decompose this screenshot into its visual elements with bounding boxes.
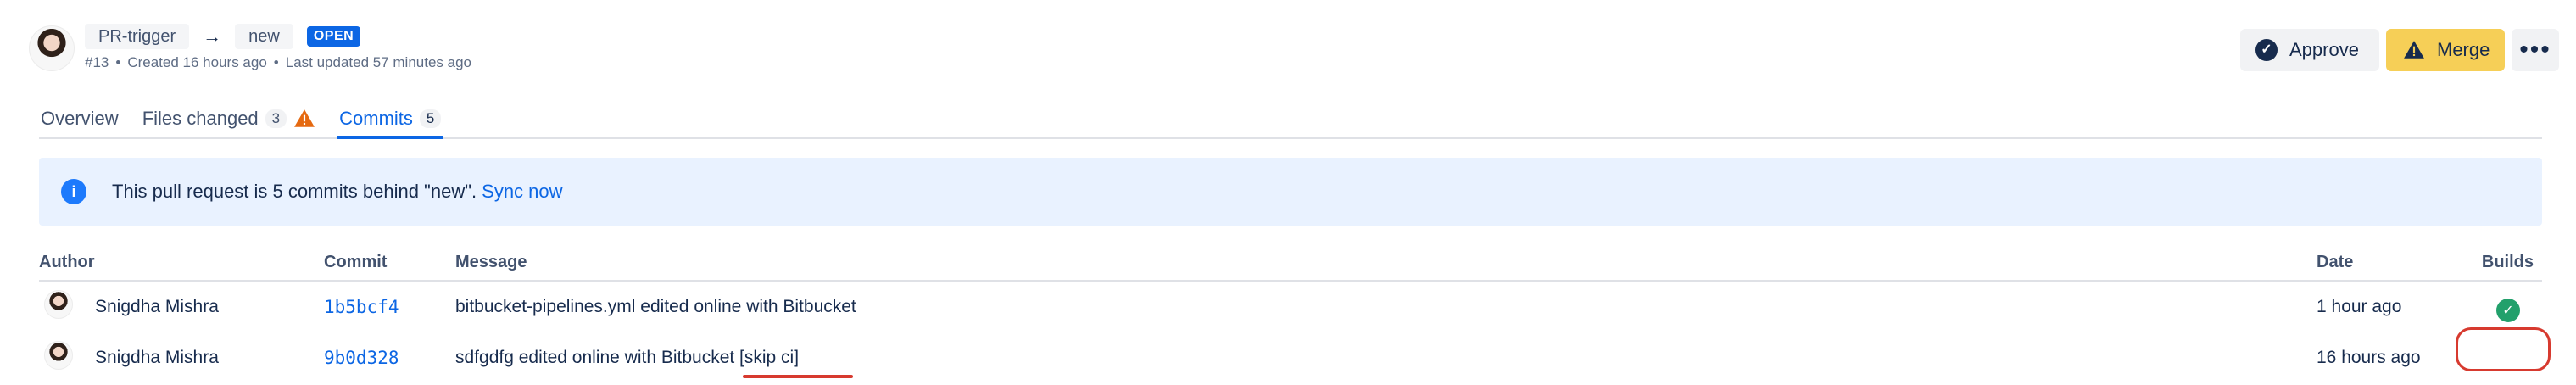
approve-button[interactable]: ✓ Approve bbox=[2240, 29, 2379, 71]
author-header: Author bbox=[39, 253, 95, 271]
pr-tabs: Overview Files changed 3 Commits 5 bbox=[39, 102, 2542, 139]
approve-label: Approve bbox=[2289, 39, 2359, 60]
tab-commits[interactable]: Commits 5 bbox=[337, 102, 443, 139]
avatar bbox=[44, 290, 73, 319]
branch-line: PR-trigger → new OPEN bbox=[85, 24, 361, 49]
status-badge: OPEN bbox=[306, 26, 361, 47]
pr-actions: ✓ Approve Merge ••• bbox=[2240, 29, 2559, 71]
tab-label: Overview bbox=[41, 108, 119, 129]
check-icon: ✓ bbox=[2255, 39, 2278, 61]
commit-date: 1 hour ago bbox=[2317, 297, 2402, 316]
tab-label: Files changed bbox=[142, 108, 259, 129]
message-header: Message bbox=[455, 253, 527, 271]
target-branch[interactable]: new bbox=[235, 24, 293, 49]
commit-message: sdfgdfg edited online with Bitbucket [sk… bbox=[455, 348, 800, 367]
more-icon: ••• bbox=[2519, 36, 2551, 64]
commit-hash-link[interactable]: 9b0d328 bbox=[324, 348, 399, 368]
meta-separator: • bbox=[115, 54, 121, 70]
sync-now-link[interactable]: Sync now bbox=[482, 181, 562, 203]
commits-table: Author Commit Message Date Builds Snigdh… bbox=[39, 246, 2542, 383]
tab-overview[interactable]: Overview bbox=[39, 102, 120, 136]
author-avatar bbox=[29, 25, 75, 71]
author-name: Snigdha Mishra bbox=[95, 348, 219, 367]
files-count-badge: 3 bbox=[265, 109, 287, 128]
source-branch[interactable]: PR-trigger bbox=[85, 24, 190, 49]
warning-icon bbox=[2403, 39, 2425, 61]
created-time: Created 16 hours ago bbox=[127, 54, 267, 70]
commit-message: bitbucket-pipelines.yml edited online wi… bbox=[455, 297, 856, 316]
merge-button[interactable]: Merge bbox=[2386, 29, 2505, 71]
build-success-icon[interactable]: ✓ bbox=[2496, 299, 2520, 322]
commits-count-badge: 5 bbox=[419, 109, 442, 128]
tab-files-changed[interactable]: Files changed 3 bbox=[141, 102, 317, 136]
annotation-underline bbox=[743, 375, 853, 378]
sync-banner: i This pull request is 5 commits behind … bbox=[39, 158, 2542, 226]
info-icon: i bbox=[61, 179, 86, 204]
arrow-right-icon: → bbox=[203, 25, 222, 47]
pr-meta: #13 • Created 16 hours ago • Last update… bbox=[85, 54, 471, 71]
updated-time: Last updated 57 minutes ago bbox=[285, 54, 472, 70]
date-header: Date bbox=[2317, 253, 2354, 271]
pr-id: #13 bbox=[85, 54, 109, 70]
tab-label: Commits bbox=[339, 108, 413, 129]
commit-hash-link[interactable]: 1b5bcf4 bbox=[324, 297, 399, 317]
author-name: Snigdha Mishra bbox=[95, 297, 219, 316]
table-row: Snigdha Mishra 1b5bcf4 bitbucket-pipelin… bbox=[39, 282, 2542, 332]
merge-label: Merge bbox=[2437, 39, 2490, 60]
builds-header: Builds bbox=[2481, 253, 2534, 271]
commit-date: 16 hours ago bbox=[2317, 348, 2421, 367]
more-actions-button[interactable]: ••• bbox=[2512, 29, 2559, 71]
table-header: Author Commit Message Date Builds bbox=[39, 246, 2542, 282]
banner-text: This pull request is 5 commits behind "n… bbox=[112, 181, 477, 202]
table-row: Snigdha Mishra 9b0d328 sdfgdfg edited on… bbox=[39, 332, 2542, 383]
annotation-highlight-box bbox=[2456, 327, 2551, 371]
meta-separator: • bbox=[273, 54, 279, 70]
warning-icon bbox=[293, 108, 315, 130]
commit-header: Commit bbox=[324, 253, 388, 271]
avatar bbox=[44, 341, 73, 370]
